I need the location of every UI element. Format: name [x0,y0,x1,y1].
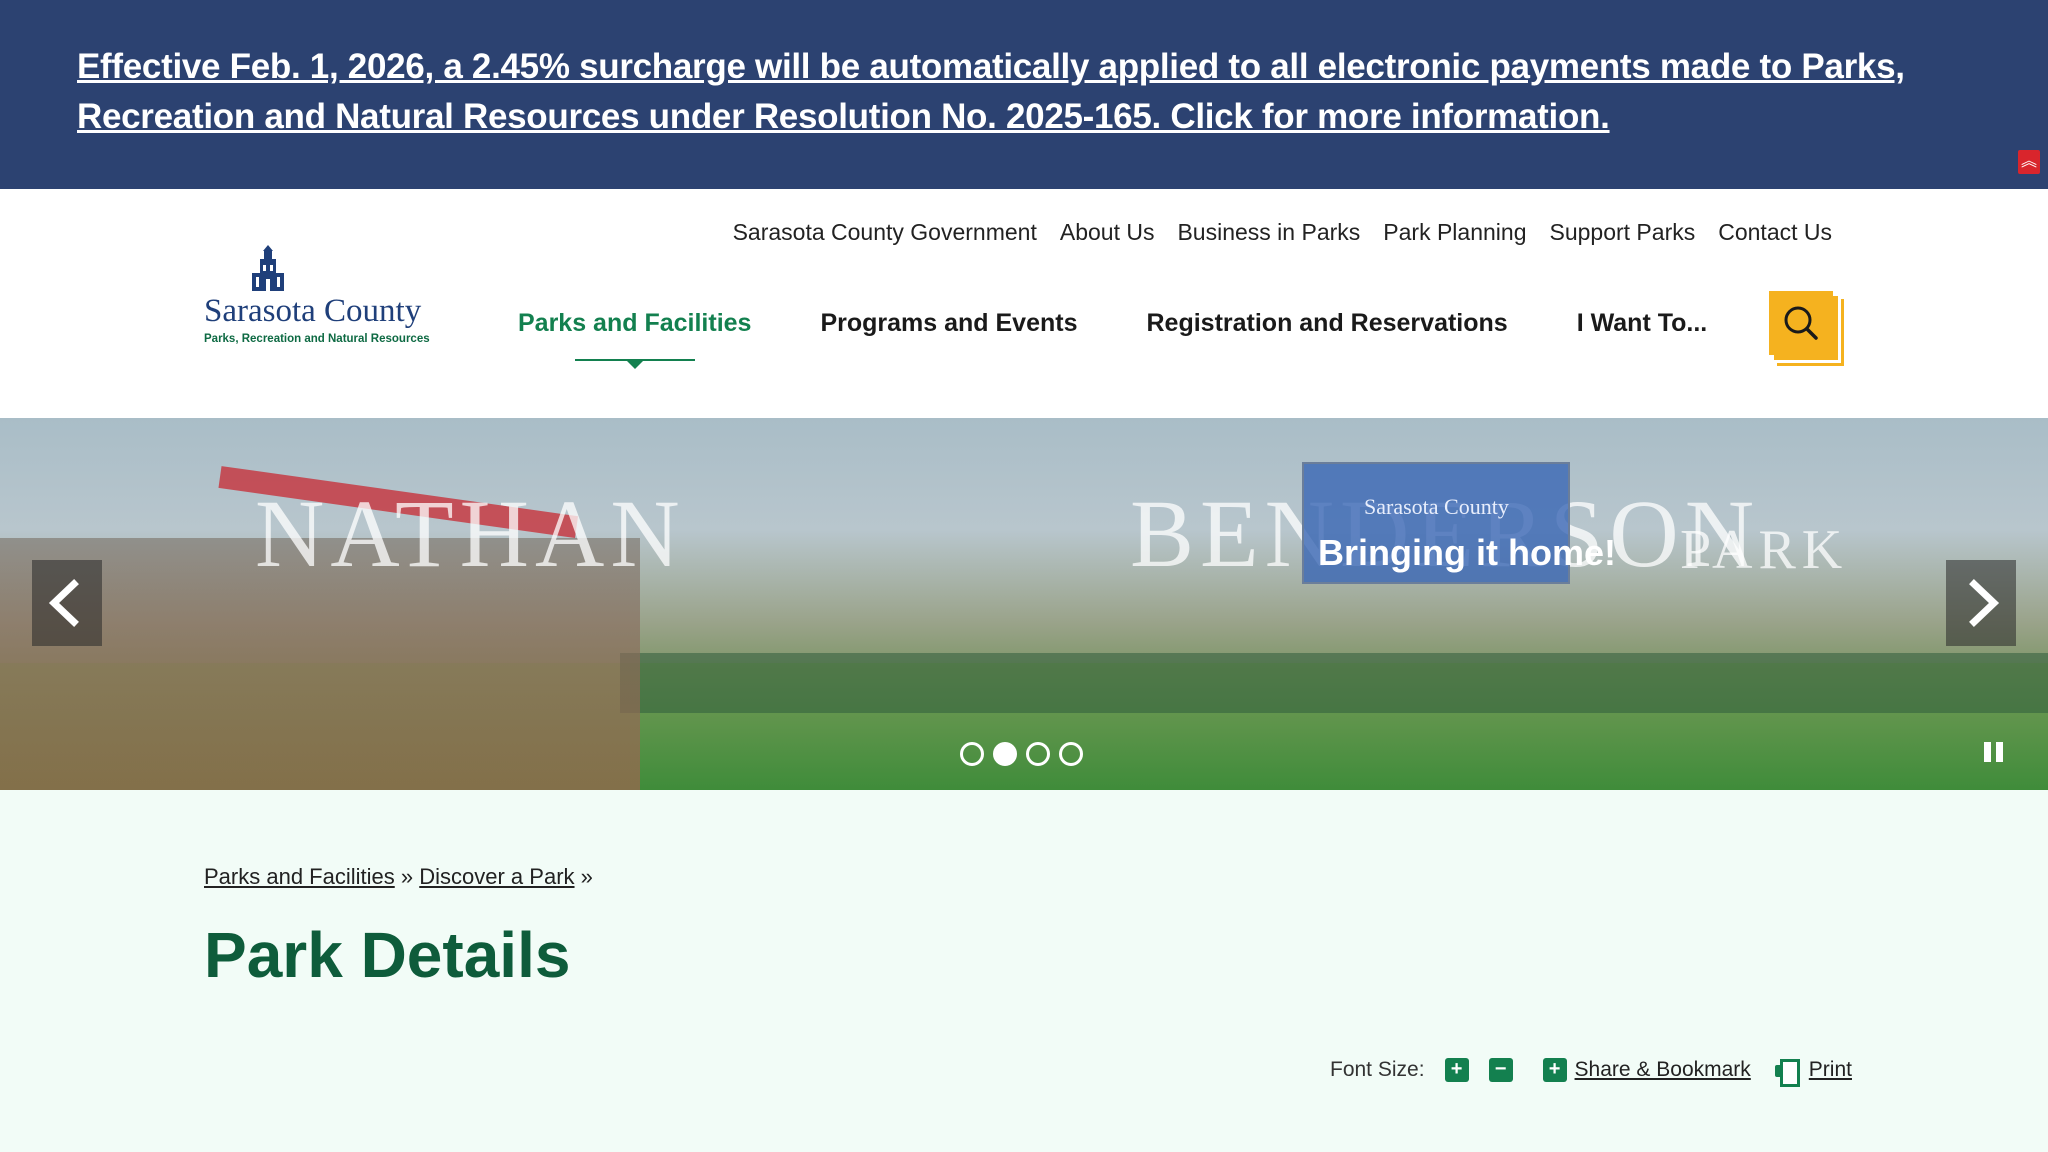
utility-link-contact-us[interactable]: Contact Us [1718,219,1832,246]
carousel-dot-3[interactable] [1026,742,1050,766]
breadcrumb-separator: » [400,864,414,889]
hero-carousel: NATHAN BENDERSON PARK Sarasota County Br… [0,418,2048,790]
carousel-next-button[interactable] [1946,560,2016,646]
pause-icon[interactable] [1982,740,2006,764]
breadcrumb: Parks and Facilities » Discover a Park » [204,864,593,890]
search-button[interactable] [1769,291,1844,366]
nav-i-want-to[interactable]: I Want To... [1577,309,1708,338]
carousel-dot-2[interactable] [993,742,1017,766]
image-text-word1: NATHAN [255,480,686,587]
plus-icon[interactable]: + [1444,1058,1469,1082]
utility-link-about-us[interactable]: About Us [1060,219,1155,246]
plus-icon[interactable]: + [1542,1058,1567,1082]
alert-banner: Effective Feb. 1, 2026, a 2.45% surcharg… [0,0,2048,189]
utility-link-business-in-parks[interactable]: Business in Parks [1177,219,1360,246]
sarasota-county-logo[interactable]: Sarasota County Parks, Recreation and Na… [202,245,442,345]
scoreboard-sign: Sarasota County Bringing it home! [1302,462,1616,584]
logo-name: Sarasota County [204,293,422,329]
font-size-label: Font Size: [1330,1058,1425,1081]
double-chevron-up-icon[interactable]: ︽ [2018,150,2040,174]
surcharge-alert-link[interactable]: Effective Feb. 1, 2026, a 2.45% surcharg… [77,42,1997,142]
nav-programs-and-events[interactable]: Programs and Events [820,309,1077,338]
image-text-word3: PARK [1680,519,1849,581]
minus-icon[interactable]: − [1488,1058,1513,1082]
stadium-image: NATHAN BENDERSON PARK Sarasota County Br… [0,418,2048,790]
carousel-dots [960,742,1083,766]
courthouse-logo-icon [252,245,284,291]
breadcrumb-separator: » [580,864,593,889]
chevron-right-icon [1969,579,2000,627]
main-nav: Parks and Facilities Programs and Events… [518,309,1708,369]
page-tools: Font Size: + − + Share & Bookmark Print [1330,1058,1852,1087]
breadcrumb-discover-a-park[interactable]: Discover a Park [419,864,574,889]
utility-link-support-parks[interactable]: Support Parks [1549,219,1695,246]
chevron-left-icon [48,579,79,627]
printer-icon[interactable] [1774,1058,1800,1087]
utility-link-sarasota-county-government[interactable]: Sarasota County Government [733,219,1037,246]
carousel-prev-button[interactable] [32,560,102,646]
search-icon [1784,306,1818,340]
utility-nav: Sarasota County Government About Us Busi… [733,219,1832,246]
logo-subtitle: Parks, Recreation and Natural Resources [204,333,430,345]
sign-logo-text: Sarasota County [1364,494,1509,519]
share-bookmark-link[interactable]: Share & Bookmark [1575,1058,1751,1082]
nav-parks-and-facilities[interactable]: Parks and Facilities [518,309,751,369]
carousel-dot-1[interactable] [960,742,984,766]
breadcrumb-parks-and-facilities[interactable]: Parks and Facilities [204,864,395,889]
utility-link-park-planning[interactable]: Park Planning [1383,219,1526,246]
site-header: Sarasota County Government About Us Busi… [0,189,2048,418]
carousel-dot-4[interactable] [1059,742,1083,766]
page-title: Park Details [204,919,571,991]
sign-slogan: Bringing it home! [1318,532,1616,573]
print-link[interactable]: Print [1809,1058,1852,1082]
nav-registration-and-reservations[interactable]: Registration and Reservations [1146,309,1507,338]
